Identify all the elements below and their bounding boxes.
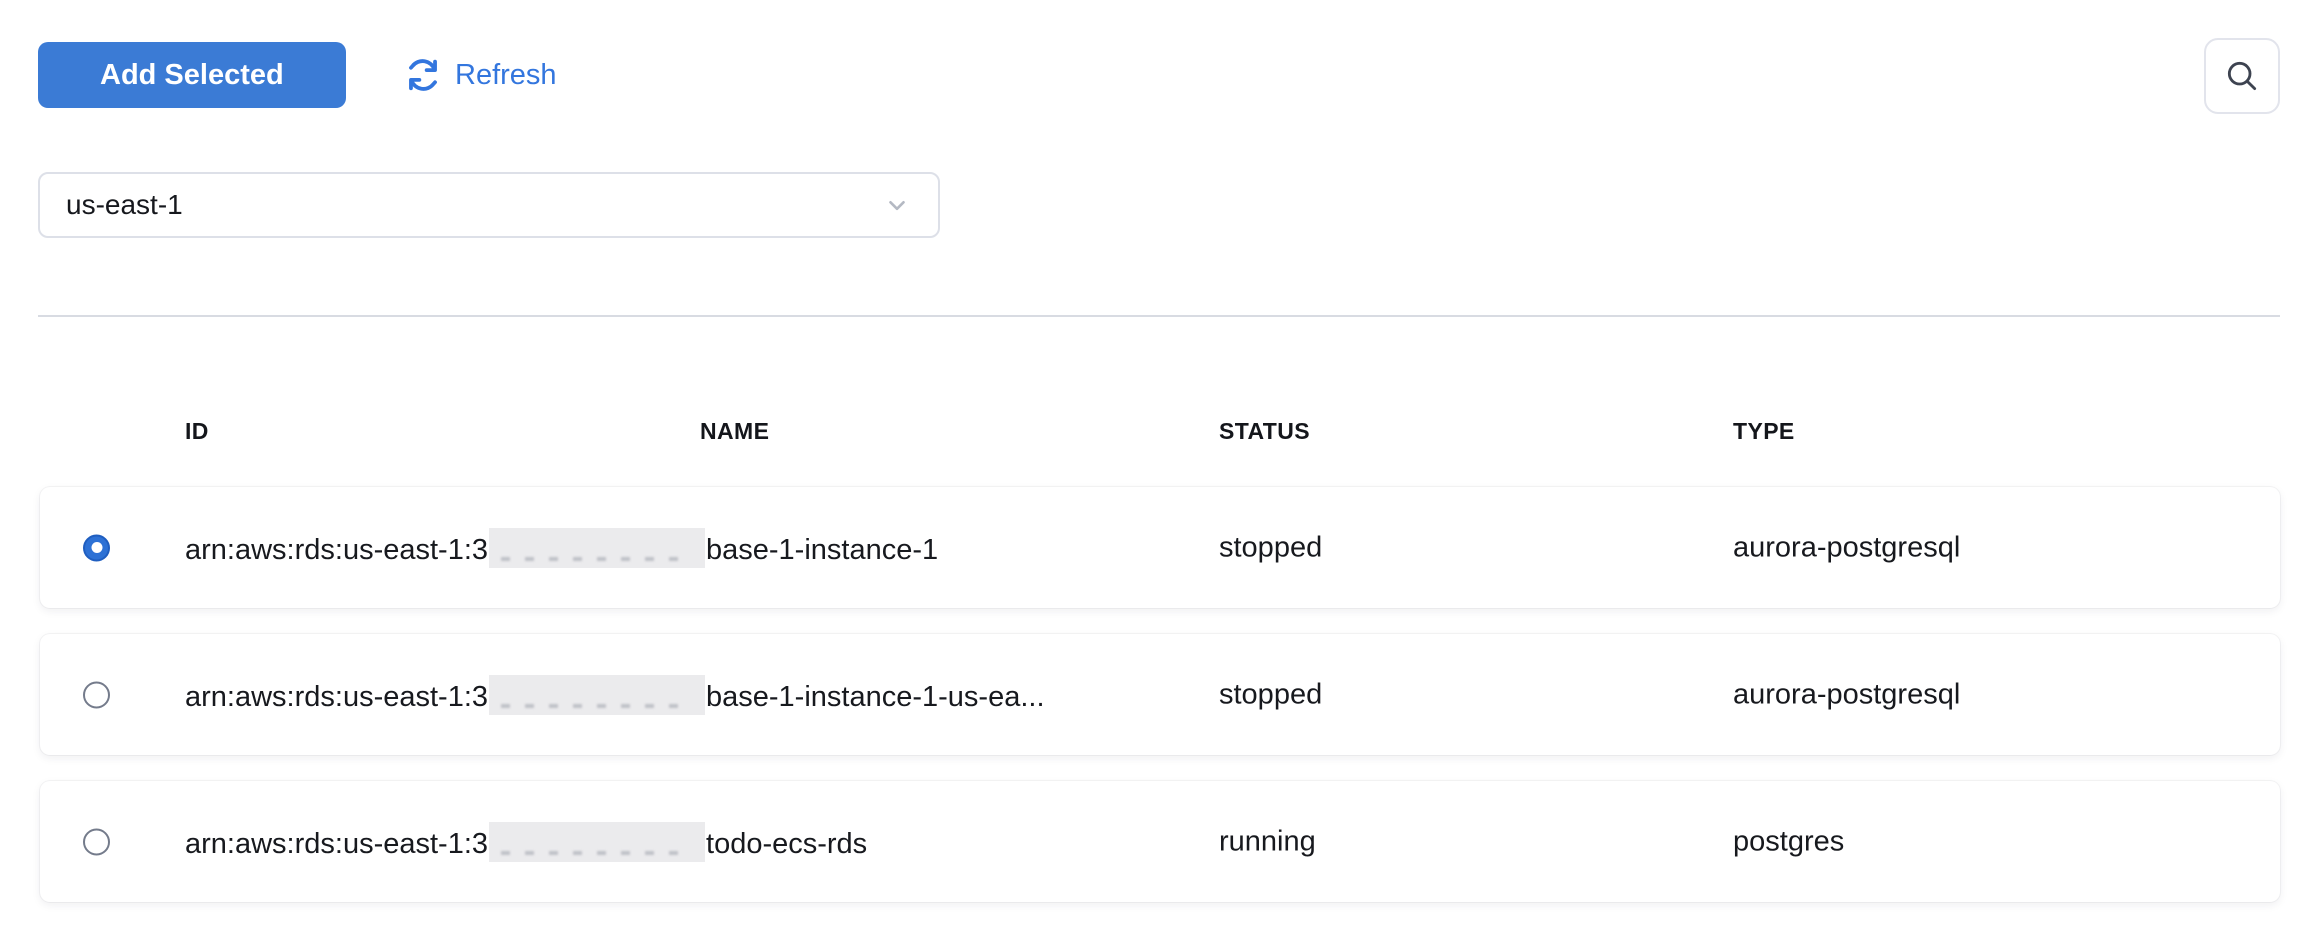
column-header-type: TYPE	[1733, 418, 1795, 445]
table-header: ID NAME STATUS TYPE	[0, 418, 2298, 452]
column-header-status: STATUS	[1219, 418, 1310, 445]
row-status-cell: running	[1219, 825, 1316, 858]
refresh-button[interactable]: Refresh	[404, 42, 557, 108]
row-radio-button[interactable]	[83, 681, 110, 708]
table-row[interactable]: arn:aws:rds:us-east-1:3todo-ecs-rds runn…	[40, 781, 2280, 902]
region-select[interactable]: us-east-1	[38, 172, 940, 238]
row-type-cell: aurora-postgresql	[1733, 531, 1960, 564]
search-button[interactable]	[2204, 38, 2280, 114]
row-status-cell: stopped	[1219, 531, 1322, 564]
row-id-cell: arn:aws:rds:us-east-1:3todo-ecs-rds	[185, 822, 867, 862]
region-select-value: us-east-1	[66, 189, 183, 221]
add-selected-button[interactable]: Add Selected	[38, 42, 346, 108]
row-id-cell: arn:aws:rds:us-east-1:3base-1-instance-1	[185, 528, 938, 568]
row-type-cell: postgres	[1733, 825, 1844, 858]
chevron-down-icon	[884, 192, 910, 218]
row-id-cell: arn:aws:rds:us-east-1:3base-1-instance-1…	[185, 675, 1045, 715]
refresh-label: Refresh	[455, 59, 557, 92]
redacted-text	[489, 528, 705, 568]
row-type-cell: aurora-postgresql	[1733, 678, 1960, 711]
row-status-cell: stopped	[1219, 678, 1322, 711]
divider	[38, 315, 2280, 317]
refresh-icon	[404, 56, 442, 94]
table-row[interactable]: arn:aws:rds:us-east-1:3base-1-instance-1…	[40, 634, 2280, 755]
column-header-id: ID	[185, 418, 209, 445]
column-header-name: NAME	[700, 418, 769, 445]
table-row[interactable]: arn:aws:rds:us-east-1:3base-1-instance-1…	[40, 487, 2280, 608]
row-radio-button[interactable]	[83, 534, 110, 561]
redacted-text	[489, 822, 705, 862]
redacted-text	[489, 675, 705, 715]
row-radio-button[interactable]	[83, 828, 110, 855]
search-icon	[2222, 56, 2262, 96]
